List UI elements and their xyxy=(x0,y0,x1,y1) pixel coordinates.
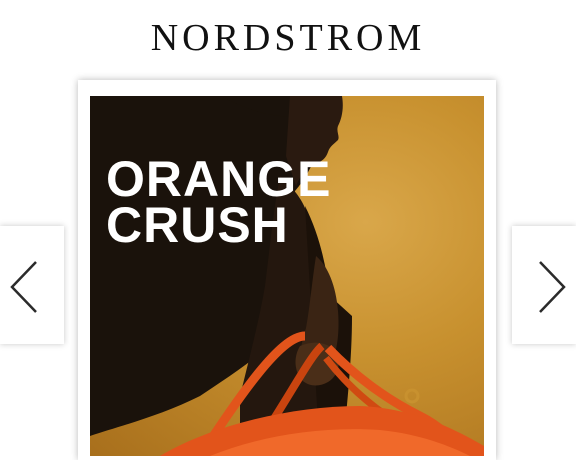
carousel-slide-card[interactable]: ORANGE CRUSH xyxy=(78,80,496,460)
hero-photo-illustration xyxy=(90,96,484,456)
chevron-left-icon xyxy=(10,261,37,313)
headline-line-1: ORANGE xyxy=(106,151,332,207)
carousel-next-button[interactable] xyxy=(512,226,576,344)
headline-line-2: CRUSH xyxy=(106,197,289,253)
chevron-right-icon xyxy=(539,261,566,313)
hero-image[interactable]: ORANGE CRUSH xyxy=(90,96,484,456)
slide-headline: ORANGE CRUSH xyxy=(106,151,332,253)
brand-logo[interactable]: NORDSTROM xyxy=(0,18,576,58)
carousel-prev-button[interactable] xyxy=(0,226,64,344)
